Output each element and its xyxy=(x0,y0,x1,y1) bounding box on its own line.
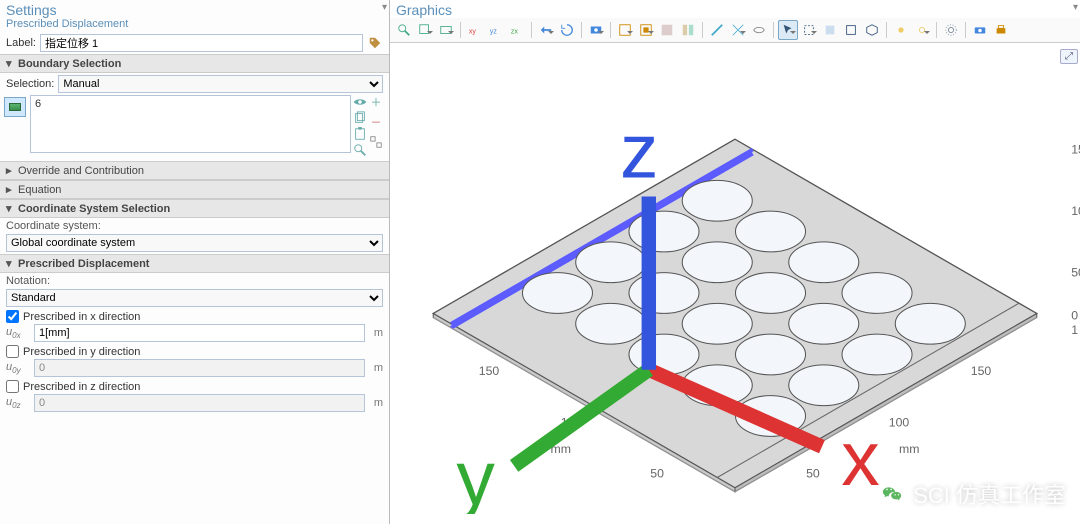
render-icon[interactable] xyxy=(657,20,677,40)
sel-edge-icon[interactable] xyxy=(841,20,861,40)
svg-text:x: x xyxy=(841,416,879,502)
label-row: Label: xyxy=(0,32,389,54)
graphics-panel: Graphics ▾ xy yz zx xyxy=(390,0,1080,524)
svg-text:y: y xyxy=(456,435,495,514)
sel-iso-icon[interactable] xyxy=(862,20,882,40)
wechat-icon xyxy=(877,479,907,509)
graphics-toolbar: xy yz zx xyxy=(390,18,1080,43)
screenshot-icon[interactable] xyxy=(586,20,606,40)
xz-view-icon[interactable]: zx xyxy=(507,20,527,40)
settings-gear-icon[interactable] xyxy=(941,20,961,40)
px-label: Prescribed in x direction xyxy=(23,311,140,323)
print-icon[interactable] xyxy=(991,20,1011,40)
settings-title: Settings xyxy=(6,2,383,18)
u0z-unit: m xyxy=(369,397,383,409)
py-checkbox[interactable] xyxy=(6,345,19,358)
section-boundary-label: Boundary Selection xyxy=(18,58,121,70)
label-input[interactable] xyxy=(40,34,363,52)
section-override[interactable]: ▸ Override and Contribution xyxy=(0,161,389,180)
yz-view-icon[interactable]: yz xyxy=(486,20,506,40)
toggle-visibility-icon[interactable] xyxy=(353,95,367,109)
chevron-down-icon: ▾ xyxy=(6,202,14,215)
settings-header: Settings Prescribed Displacement ▾ xyxy=(0,0,389,32)
view-menu-icon[interactable] xyxy=(436,20,456,40)
settings-subtitle: Prescribed Displacement xyxy=(6,18,383,30)
pick-arrow-icon[interactable] xyxy=(778,20,798,40)
chevron-right-icon: ▸ xyxy=(6,164,14,177)
clip-icon[interactable] xyxy=(728,20,748,40)
switch-icon[interactable] xyxy=(369,135,383,149)
selection-caption: Selection: xyxy=(6,78,54,90)
selection-list-item[interactable]: 6 xyxy=(35,98,41,110)
graphics-canvas[interactable]: ⤢ xyxy=(390,43,1080,524)
selection-thumbnail[interactable] xyxy=(4,97,26,117)
zoom-extents-icon[interactable] xyxy=(394,20,414,40)
notation-caption: Notation: xyxy=(0,273,389,289)
go-default-icon[interactable] xyxy=(536,20,556,40)
pick-box-icon[interactable] xyxy=(799,20,819,40)
u0x-symbol: u0x xyxy=(6,326,30,340)
section-equation-label: Equation xyxy=(18,184,61,196)
svg-text:yz: yz xyxy=(490,29,498,36)
pz-checkbox[interactable] xyxy=(6,380,19,393)
xy-view-icon[interactable]: xy xyxy=(465,20,485,40)
paste-icon[interactable] xyxy=(353,127,367,141)
zoom-icon[interactable] xyxy=(353,143,367,157)
section-coord-label: Coordinate System Selection xyxy=(18,203,170,215)
watermark: SCI 仿真工作室 xyxy=(877,478,1066,510)
light-menu-icon[interactable] xyxy=(912,20,932,40)
px-checkbox[interactable] xyxy=(6,310,19,323)
coord-caption: Coordinate system: xyxy=(0,218,389,234)
svg-text:zx: zx xyxy=(511,29,519,36)
svg-text:z: z xyxy=(620,108,658,194)
svg-text:xy: xy xyxy=(469,29,477,36)
panel-menu-icon[interactable]: ▾ xyxy=(382,2,387,13)
settings-panel: Settings Prescribed Displacement ▾ Label… xyxy=(0,0,390,524)
graphics-title: Graphics xyxy=(396,2,452,18)
select-mode2-icon[interactable] xyxy=(636,20,656,40)
section-equation[interactable]: ▸ Equation xyxy=(0,180,389,199)
add-icon[interactable]: ＋ xyxy=(369,95,383,109)
measure-icon[interactable] xyxy=(707,20,727,40)
section-override-label: Override and Contribution xyxy=(18,165,144,177)
py-label: Prescribed in y direction xyxy=(23,346,140,358)
light-icon[interactable] xyxy=(891,20,911,40)
section-boundary-selection[interactable]: ▾ Boundary Selection xyxy=(0,54,389,73)
watermark-text: SCI 仿真工作室 xyxy=(913,478,1066,510)
selection-list[interactable]: 6 xyxy=(30,95,351,153)
chevron-down-icon: ▾ xyxy=(6,257,14,270)
graphics-menu-icon[interactable]: ▾ xyxy=(1073,2,1078,13)
label-field-caption: Label: xyxy=(6,37,36,49)
hide-icon[interactable] xyxy=(749,20,769,40)
render2-icon[interactable] xyxy=(678,20,698,40)
axis-triad: x y z xyxy=(400,43,1080,514)
section-prescribed-label: Prescribed Displacement xyxy=(18,258,149,270)
zoom-menu-icon[interactable] xyxy=(415,20,435,40)
selection-dropdown[interactable]: Manual xyxy=(58,75,383,93)
coord-dropdown[interactable]: Global coordinate system xyxy=(6,234,383,252)
chevron-right-icon: ▸ xyxy=(6,183,14,196)
u0z-symbol: u0z xyxy=(6,396,30,410)
u0y-input xyxy=(34,359,365,377)
copy-icon[interactable] xyxy=(353,111,367,125)
pz-label: Prescribed in z direction xyxy=(23,381,140,393)
u0y-symbol: u0y xyxy=(6,361,30,375)
remove-icon[interactable]: － xyxy=(369,115,383,129)
section-prescribed[interactable]: ▾ Prescribed Displacement xyxy=(0,254,389,273)
notation-dropdown[interactable]: Standard xyxy=(6,289,383,307)
u0y-unit: m xyxy=(369,362,383,374)
section-coord[interactable]: ▾ Coordinate System Selection xyxy=(0,199,389,218)
select-mode-icon[interactable] xyxy=(615,20,635,40)
u0z-input xyxy=(34,394,365,412)
sel-face-icon[interactable] xyxy=(820,20,840,40)
u0x-unit: m xyxy=(369,327,383,339)
rotate-icon[interactable] xyxy=(557,20,577,40)
tag-icon[interactable] xyxy=(367,35,383,51)
chevron-down-icon: ▾ xyxy=(6,57,14,70)
u0x-input[interactable] xyxy=(34,324,365,342)
camera-icon[interactable] xyxy=(970,20,990,40)
